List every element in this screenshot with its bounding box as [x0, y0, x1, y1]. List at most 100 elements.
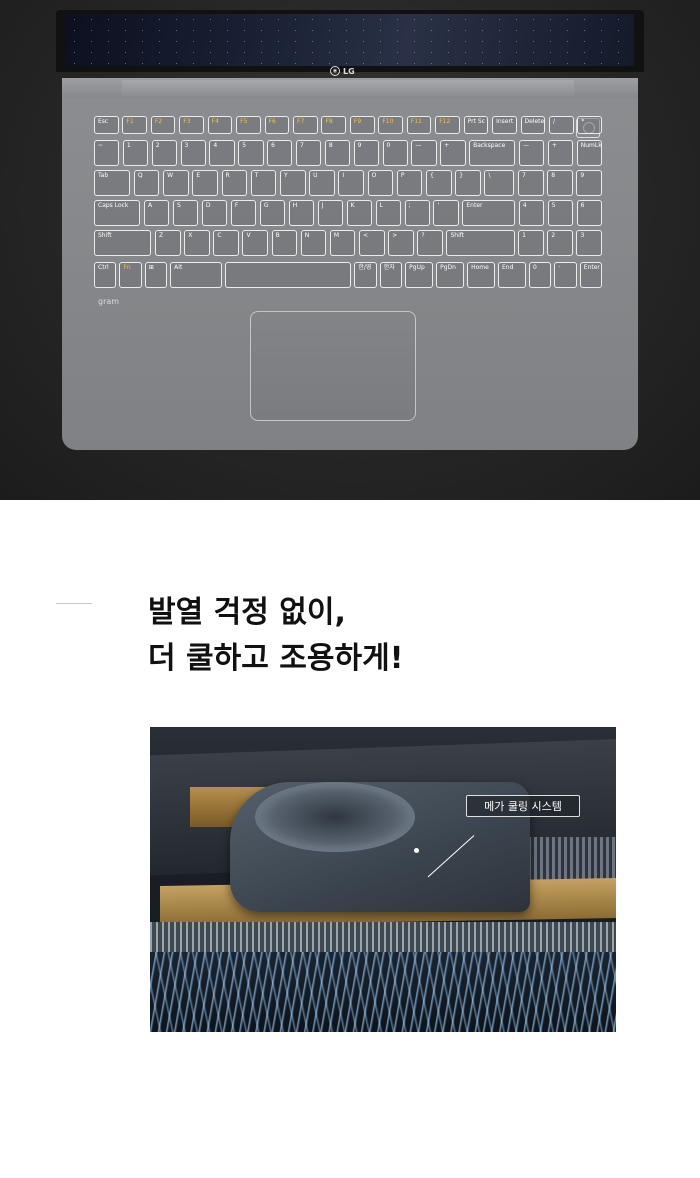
key-x: X: [184, 230, 210, 256]
key--: \: [484, 170, 515, 196]
callout-pointer: [414, 848, 419, 853]
headline: 발열 걱정 없이, 더 쿨하고 조용하게!: [148, 590, 668, 682]
key-o: O: [367, 170, 394, 196]
key-f6: F6: [264, 116, 290, 134]
key--: ~: [94, 140, 120, 166]
key-z: Z: [155, 230, 181, 256]
key-3: 3: [180, 140, 206, 166]
key-f: F: [230, 200, 257, 226]
key-8: 8: [547, 170, 573, 196]
key-3: 3: [576, 230, 602, 256]
key-2: 2: [547, 230, 573, 256]
key--: ?: [417, 230, 443, 256]
key--: ⊞: [144, 262, 168, 288]
key-f10: F10: [378, 116, 403, 134]
key-s: S: [172, 200, 199, 226]
key-b: B: [271, 230, 298, 256]
decorative-rule: [56, 603, 92, 604]
key-pgdn: PgDn: [436, 262, 464, 288]
key-f12: F12: [435, 116, 460, 134]
key-shift: Shift: [94, 230, 152, 256]
key-8: 8: [324, 140, 351, 166]
key-1: 1: [518, 230, 544, 256]
key-h: H: [288, 200, 315, 226]
heatsink-fins: [150, 922, 616, 952]
key--: +: [547, 140, 574, 166]
key-tab: Tab: [94, 170, 131, 196]
laptop-hero-image: ◉ LG Esc F1 F2 F3 F4 F5 F6 F7 F8 F9 F10 F11 F12 Prt S…: [0, 0, 700, 500]
key-f4: F4: [207, 116, 233, 134]
key--: —: [411, 140, 437, 166]
key-home: Home: [467, 262, 495, 288]
key--: ;: [404, 200, 430, 226]
key-r: R: [221, 170, 248, 196]
laptop-screen: [56, 10, 644, 72]
key--: }: [455, 170, 481, 196]
key-pgup: PgUp: [405, 262, 433, 288]
key-f7: F7: [293, 116, 318, 134]
key-backspace: Backspace: [469, 140, 516, 166]
key-u: U: [309, 170, 335, 196]
key--: /: [548, 116, 574, 134]
key-a: A: [144, 200, 170, 226]
key-esc: Esc: [94, 116, 119, 134]
key-한-영: 한/영: [354, 262, 377, 288]
key-f9: F9: [349, 116, 375, 134]
key-p: P: [396, 170, 423, 196]
key-insert: Insert: [492, 116, 517, 134]
key-n: N: [300, 230, 327, 256]
key-i: I: [338, 170, 364, 196]
key-7: 7: [295, 140, 322, 166]
key-t: T: [250, 170, 277, 196]
key-0: 0: [382, 140, 408, 166]
key-caps-lock: Caps Lock: [94, 200, 141, 226]
key--: ': [433, 200, 459, 226]
airflow-lines: [150, 952, 616, 1032]
key--: >: [388, 230, 414, 256]
key-6: 6: [576, 200, 602, 226]
key-4: 4: [518, 200, 545, 226]
key-q: Q: [133, 170, 160, 196]
key-f8: F8: [321, 116, 347, 134]
key-y: Y: [279, 170, 306, 196]
key-f5: F5: [236, 116, 261, 134]
cooling-fan: [255, 782, 415, 852]
key-space: [225, 262, 352, 288]
key--: <: [359, 230, 385, 256]
key-f1: F1: [122, 116, 148, 134]
key-v: V: [242, 230, 268, 256]
key--: —: [519, 140, 545, 166]
key-enter: Enter: [579, 262, 602, 288]
key-w: W: [163, 170, 189, 196]
key-d: D: [201, 200, 228, 226]
touchpad: [250, 311, 416, 421]
key-4: 4: [209, 140, 235, 166]
key-enter: Enter: [462, 200, 516, 226]
key-f11: F11: [406, 116, 432, 134]
key--: +: [440, 140, 466, 166]
key-c: C: [213, 230, 239, 256]
cooling-callout-label: 메가 쿨링 시스템: [466, 795, 580, 817]
key-l: L: [375, 200, 401, 226]
key-alt: Alt: [170, 262, 223, 288]
headline-line-1: 발열 걱정 없이,: [148, 595, 346, 630]
key--: ·: [554, 262, 577, 288]
key-9: 9: [353, 140, 379, 166]
lg-logo: ◉ LG: [330, 64, 370, 78]
key-f2: F2: [150, 116, 176, 134]
key-prt-sc: Prt Sc: [463, 116, 489, 134]
key-shift: Shift: [446, 230, 515, 256]
key-한자: 한자: [379, 262, 403, 288]
key-7: 7: [517, 170, 544, 196]
key-9: 9: [576, 170, 602, 196]
key-j: J: [317, 200, 344, 226]
cooling-system-image: 메가 쿨링 시스템: [150, 727, 616, 1032]
key-g: G: [259, 200, 286, 226]
headline-line-2: 더 쿨하고 조용하게!: [148, 641, 404, 676]
key-5: 5: [238, 140, 264, 166]
key-f3: F3: [179, 116, 204, 134]
key-m: M: [329, 230, 356, 256]
key--: {: [426, 170, 452, 196]
key-e: E: [192, 170, 218, 196]
key-delete: Delete: [520, 116, 546, 134]
